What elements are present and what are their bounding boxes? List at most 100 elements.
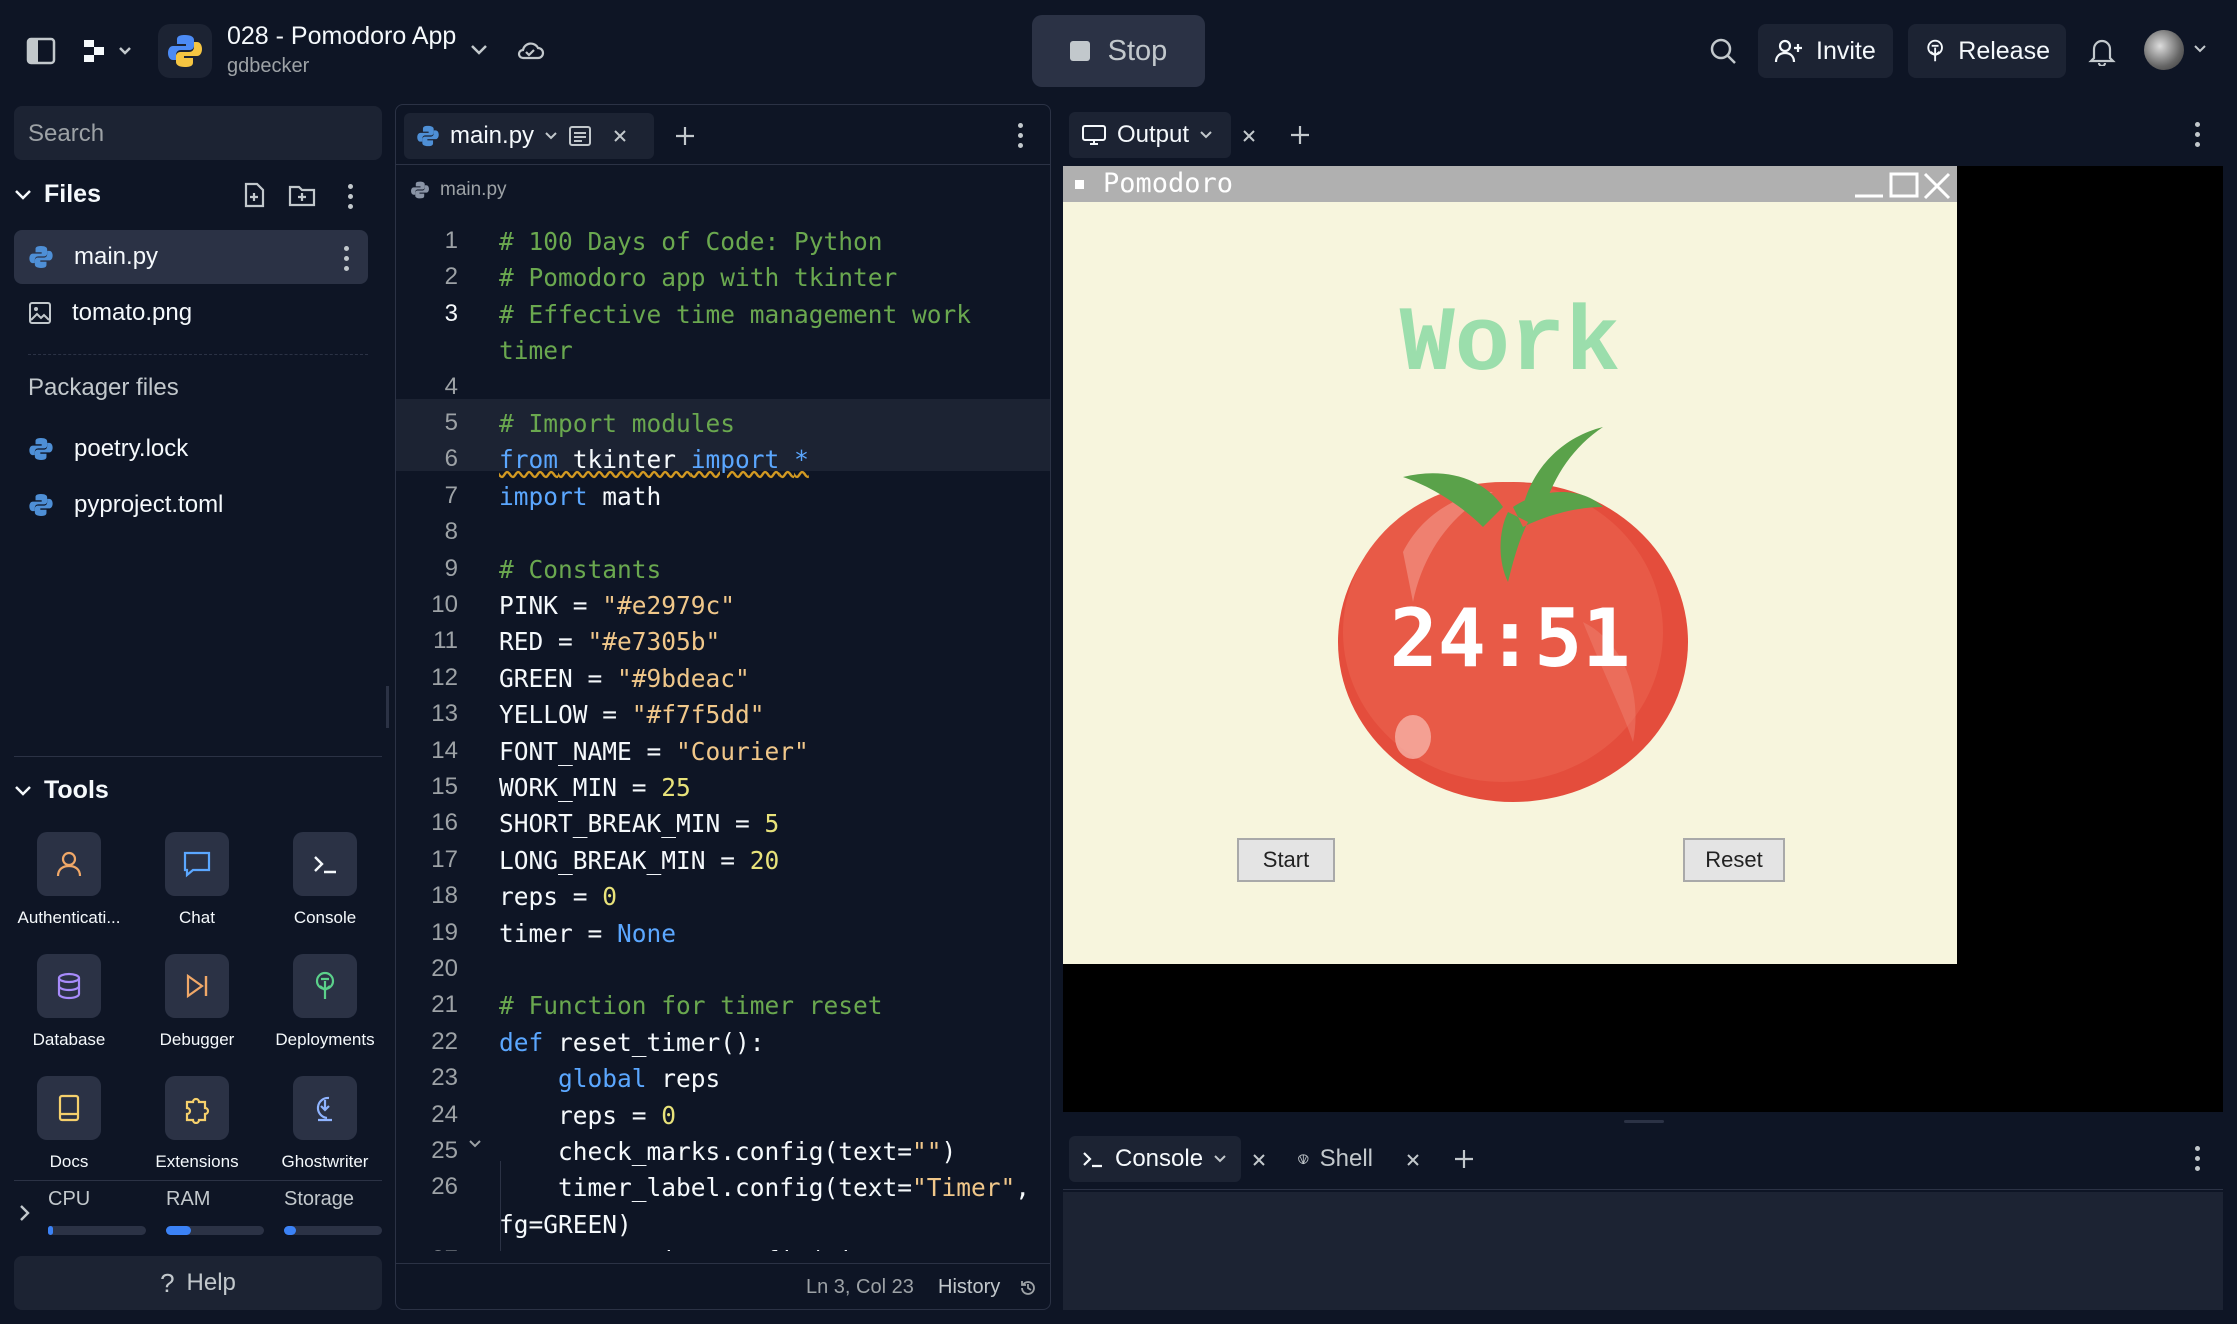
console-menu-icon[interactable]	[2195, 1146, 2201, 1171]
app-title[interactable]: 028 - Pomodoro App	[227, 22, 456, 51]
sidebar-toggle-icon[interactable]	[24, 34, 58, 68]
outline-icon[interactable]	[568, 124, 592, 148]
cursor-position[interactable]: Ln 3, Col 23	[806, 1276, 914, 1299]
code-line[interactable]: RED = "#e7305b"	[499, 627, 720, 656]
code-line[interactable]: timer_label.config(text="Timer",	[499, 1173, 1030, 1202]
file-menu-icon[interactable]	[344, 246, 350, 271]
file-item-poetry-lock[interactable]: poetry.lock	[14, 422, 368, 476]
code-line[interactable]: PINK = "#e2979c"	[499, 591, 735, 620]
line-number: 1	[444, 227, 458, 254]
python-logo-icon[interactable]	[158, 24, 212, 78]
chevron-down-icon[interactable]	[544, 131, 558, 141]
code-line[interactable]: canvas.itemconfig(timer_text,	[499, 1246, 986, 1251]
tab-shell[interactable]: Shell	[1285, 1136, 1385, 1182]
chevron-right-icon[interactable]	[16, 1202, 34, 1224]
output-menu-icon[interactable]	[2195, 122, 2201, 147]
tool-docs[interactable]: Docs	[5, 1076, 133, 1172]
tool-debugger[interactable]: Debugger	[133, 954, 261, 1050]
console-output[interactable]	[1063, 1192, 2223, 1310]
code-line[interactable]: reps = 0	[499, 1101, 676, 1130]
close-icon[interactable]	[1241, 128, 1257, 144]
add-tab-icon[interactable]	[1453, 1148, 1475, 1170]
sidebar-resize-handle[interactable]	[386, 686, 389, 728]
app-owner[interactable]: gdbecker	[227, 55, 309, 78]
code-line[interactable]: global reps	[499, 1064, 720, 1093]
code-line[interactable]: # 100 Days of Code: Python	[499, 227, 883, 256]
search-icon[interactable]	[1706, 34, 1740, 68]
code-line[interactable]: reps = 0	[499, 882, 617, 911]
chevron-down-icon[interactable]	[2192, 42, 2208, 56]
maximize-icon[interactable]	[1889, 172, 1919, 198]
editor-menu-icon[interactable]	[1018, 123, 1024, 148]
file-item-tomato-png[interactable]: tomato.png	[14, 286, 368, 340]
code-line[interactable]: GREEN = "#9bdeac"	[499, 664, 750, 693]
code-line[interactable]: SHORT_BREAK_MIN = 5	[499, 809, 779, 838]
output-canvas[interactable]: Pomodoro Work 24:51 Start Reset	[1063, 166, 2223, 1112]
tab-main-py[interactable]: main.py	[404, 113, 654, 159]
code-line[interactable]: LONG_BREAK_MIN = 20	[499, 846, 779, 875]
code-line[interactable]: # Constants	[499, 555, 661, 584]
bell-icon[interactable]	[2086, 34, 2118, 68]
code-line[interactable]: fg=GREEN)	[499, 1210, 632, 1239]
chevron-down-icon[interactable]	[1199, 130, 1213, 140]
help-icon: ?	[160, 1267, 175, 1298]
chevron-down-icon[interactable]	[1213, 1154, 1227, 1164]
help-button[interactable]: ? Help	[14, 1256, 382, 1310]
terminal-icon	[1083, 1152, 1102, 1168]
tool-ghostwriter[interactable]: Ghostwriter	[261, 1076, 389, 1172]
fold-chevron-icon[interactable]	[468, 1139, 482, 1149]
tool-deployments[interactable]: Deployments	[261, 954, 389, 1050]
stop-button[interactable]: Stop	[1032, 15, 1205, 87]
code-line[interactable]: def reset_timer():	[499, 1028, 765, 1057]
tool-authentication[interactable]: Authenticati...	[5, 832, 133, 928]
tab-output[interactable]: Output	[1069, 112, 1231, 158]
add-tab-icon[interactable]	[1289, 124, 1311, 146]
code-line[interactable]: # Effective time management work	[499, 300, 971, 329]
cloud-sync-icon[interactable]	[514, 34, 546, 66]
code-line[interactable]: # Import modules	[499, 409, 735, 438]
file-item-pyproject-toml[interactable]: pyproject.toml	[14, 478, 368, 532]
new-file-icon[interactable]	[240, 180, 268, 210]
avatar[interactable]	[2144, 30, 2184, 70]
chevron-down-icon[interactable]	[468, 38, 490, 62]
files-menu-icon[interactable]	[348, 184, 354, 209]
code-line[interactable]: check_marks.config(text="")	[499, 1137, 956, 1166]
pane-resize-handle[interactable]	[1624, 1120, 1664, 1123]
tool-chat[interactable]: Chat	[133, 832, 261, 928]
close-icon[interactable]	[1405, 1152, 1421, 1168]
line-number: 21	[431, 991, 458, 1019]
code-line[interactable]: WORK_MIN = 25	[499, 773, 691, 802]
code-line[interactable]: # Function for timer reset	[499, 991, 883, 1020]
code-area[interactable]: 1 # 100 Days of Code: Python 2 # Pomodoro a…	[396, 221, 1050, 1251]
code-line[interactable]: FONT_NAME = "Courier"	[499, 737, 809, 766]
history-button[interactable]: History	[938, 1276, 1000, 1299]
history-icon[interactable]	[1018, 1278, 1038, 1298]
replit-menu-icon[interactable]	[80, 34, 136, 68]
file-item-main-py[interactable]: main.py	[14, 230, 368, 284]
tab-console[interactable]: Console	[1069, 1136, 1241, 1182]
search-input[interactable]: Search	[14, 106, 382, 160]
breadcrumb-file[interactable]: main.py	[440, 179, 507, 201]
close-icon[interactable]	[612, 128, 628, 144]
tool-console[interactable]: Console	[261, 832, 389, 928]
tk-window-titlebar[interactable]: Pomodoro	[1063, 166, 1957, 202]
tool-database[interactable]: Database	[5, 954, 133, 1050]
code-line[interactable]: # Pomodoro app with tkinter	[499, 263, 897, 292]
release-button[interactable]: Release	[1908, 24, 2066, 78]
line-number: 26	[431, 1173, 458, 1201]
close-icon[interactable]	[1923, 172, 1951, 200]
close-icon[interactable]	[1251, 1152, 1267, 1168]
code-line[interactable]: timer	[499, 336, 573, 365]
code-line[interactable]: from tkinter import *	[499, 445, 809, 474]
code-line[interactable]: YELLOW = "#f7f5dd"	[499, 700, 765, 729]
reset-button[interactable]: Reset	[1683, 838, 1785, 882]
code-line[interactable]: import math	[499, 482, 661, 511]
start-button[interactable]: Start	[1237, 838, 1335, 882]
invite-button[interactable]: Invite	[1758, 24, 1893, 78]
tool-extensions[interactable]: Extensions	[133, 1076, 261, 1172]
files-header[interactable]: Files	[14, 180, 101, 209]
code-line[interactable]: timer = None	[499, 919, 676, 948]
tools-header[interactable]: Tools	[14, 776, 109, 805]
new-folder-icon[interactable]	[286, 180, 318, 210]
add-tab-icon[interactable]	[672, 123, 698, 149]
